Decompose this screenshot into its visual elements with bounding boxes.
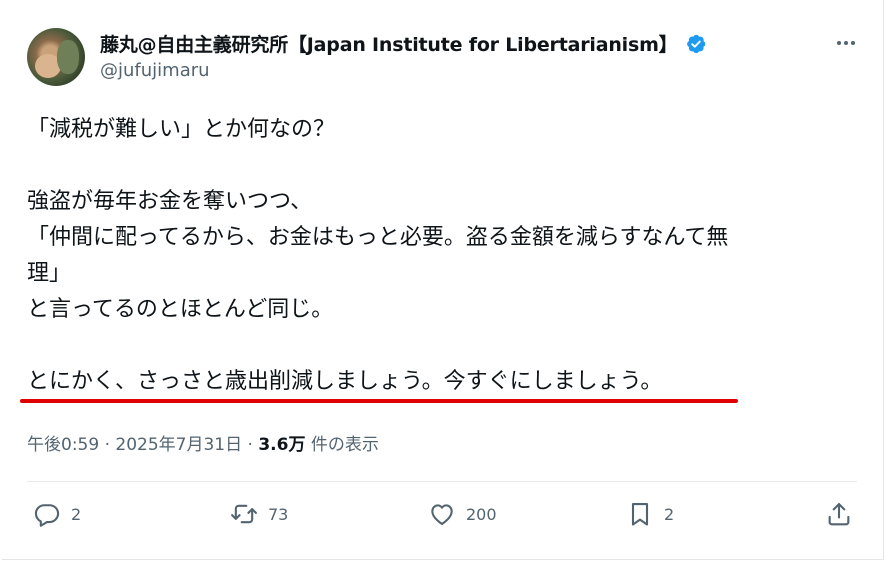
share-icon <box>828 503 850 526</box>
tweet-line-highlighted: とにかく、さっさと歳出削減しましょう。今すぐにしましょう。 <box>27 369 663 394</box>
author-display-name[interactable]: 藤丸@自由主義研究所【Japan Institute for Libertari… <box>100 30 678 57</box>
reply-icon <box>34 504 60 527</box>
bookmark-icon <box>631 503 649 526</box>
share-button[interactable] <box>825 500 853 528</box>
author-name-row: 藤丸@自由主義研究所【Japan Institute for Libertari… <box>100 30 707 57</box>
like-icon <box>431 504 453 525</box>
meta-separator: · <box>104 435 110 455</box>
divider <box>27 481 857 482</box>
retweet-button[interactable]: 73 <box>230 500 288 528</box>
tweet-meta: 午後0:59 · 2025年7月31日 · 3.6万 件の表示 <box>27 430 379 455</box>
more-icon[interactable] <box>834 31 858 55</box>
tweet-date[interactable]: 2025年7月31日 <box>115 435 242 455</box>
avatar-detail <box>57 40 79 74</box>
retweet-icon <box>231 504 257 524</box>
bookmark-count: 2 <box>664 504 675 524</box>
meta-separator: · <box>247 435 253 455</box>
tweet-line: と言ってるのとほとんど同じ。 <box>27 297 334 322</box>
tweet-text: 「減税が難しい」とか何なの？ 強盗が毎年お金を奪いつつ、 「仲間に配ってるから、… <box>27 112 837 400</box>
views-count: 3.6万 <box>258 435 306 455</box>
verified-icon[interactable] <box>685 33 707 55</box>
retweet-count: 73 <box>268 504 289 524</box>
tweet-time[interactable]: 午後0:59 <box>27 435 99 455</box>
avatar[interactable] <box>27 28 85 86</box>
author-handle[interactable]: @jufujimaru <box>100 60 210 81</box>
like-button[interactable]: 200 <box>428 500 497 528</box>
tweet-line: 「仲間に配ってるから、お金はもっと必要。盗る金額を減らすなんて無 <box>27 225 729 250</box>
action-bar: 2 73 200 2 <box>0 500 886 536</box>
tweet-line: 強盗が毎年お金を奪いつつ、 <box>27 189 313 214</box>
reply-count: 2 <box>71 504 82 524</box>
like-count: 200 <box>466 504 497 524</box>
reply-button[interactable]: 2 <box>33 500 81 528</box>
red-underline-annotation <box>20 399 738 403</box>
tweet-line: 理」 <box>27 261 72 286</box>
tweet-line: 「減税が難しい」とか何なの？ <box>27 117 336 142</box>
bookmark-button[interactable]: 2 <box>626 500 674 528</box>
views-label: 件の表示 <box>310 435 379 455</box>
